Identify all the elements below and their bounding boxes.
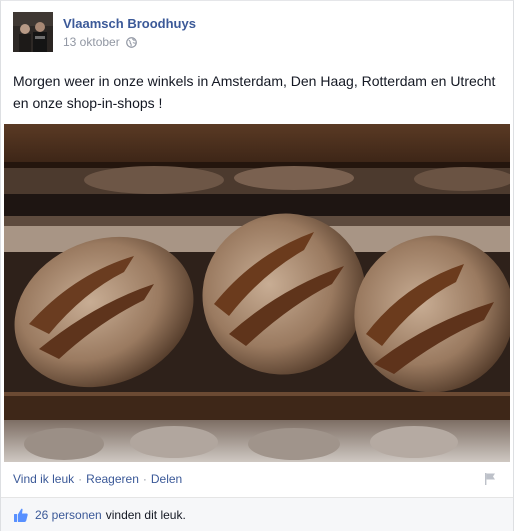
bread-photo: [4, 124, 510, 462]
page-avatar[interactable]: [13, 12, 53, 52]
avatar-image: [13, 12, 53, 52]
comment-link[interactable]: Reageren: [86, 472, 139, 486]
post-meta: 13 oktober: [63, 35, 137, 49]
page-name-link[interactable]: Vlaamsch Broodhuys: [63, 16, 196, 31]
post-actions: Vind ik leuk · Reageren · Delen: [13, 472, 182, 486]
likes-count-link[interactable]: 26 personen: [35, 508, 102, 522]
globe-icon[interactable]: [125, 36, 137, 48]
post-photo[interactable]: [4, 124, 510, 462]
likes-suffix: vinden dit leuk.: [105, 507, 186, 522]
post-message: Morgen weer in onze winkels in Amsterdam…: [13, 73, 496, 111]
action-separator: ·: [78, 472, 83, 486]
thumbs-up-icon: [14, 508, 28, 522]
likes-bar: 26 personen vinden dit leuk.: [1, 497, 513, 531]
facebook-post: Vlaamsch Broodhuys 13 oktober Morgen wee…: [0, 0, 514, 531]
like-link[interactable]: Vind ik leuk: [13, 472, 74, 486]
post-date-link[interactable]: 13 oktober: [63, 35, 120, 49]
share-link[interactable]: Delen: [151, 472, 182, 486]
flag-icon[interactable]: [483, 472, 497, 486]
action-separator: ·: [142, 472, 147, 486]
